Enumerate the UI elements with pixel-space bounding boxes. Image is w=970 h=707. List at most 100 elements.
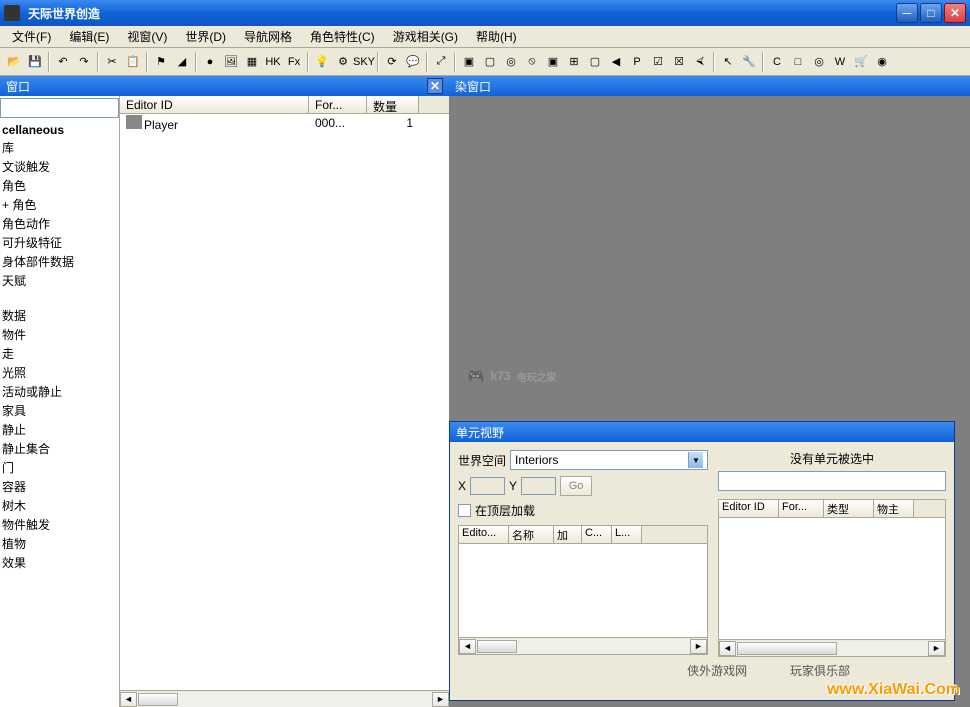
col-l-c[interactable]: C... [582, 526, 612, 543]
tree-item[interactable]: 角色 [0, 176, 119, 195]
cell-right-hscroll[interactable]: ◄ ► [719, 639, 945, 656]
scroll-thumb[interactable] [138, 693, 178, 706]
tree-item[interactable] [0, 620, 119, 636]
cart-icon[interactable]: 🛒 [851, 52, 871, 72]
menu-navmesh[interactable]: 导航网格 [236, 26, 300, 47]
col-r-type[interactable]: 类型 [824, 500, 874, 517]
p-box-icon[interactable]: P [627, 52, 647, 72]
worldspace-dropdown[interactable]: Interiors ▼ [510, 450, 708, 470]
tree-item[interactable]: 身体部件数据 [0, 252, 119, 271]
minimize-button[interactable]: ─ [896, 3, 918, 23]
tree-item[interactable]: 物件触发 [0, 515, 119, 534]
box-a-icon[interactable]: ▣ [459, 52, 479, 72]
tree-item[interactable]: 容器 [0, 477, 119, 496]
c-box-icon[interactable]: C [767, 52, 787, 72]
redo-icon[interactable]: ↷ [74, 52, 94, 72]
tree-item[interactable] [0, 290, 119, 306]
tree-item[interactable]: 角色动作 [0, 214, 119, 233]
flag-red-icon[interactable]: ⚑ [151, 52, 171, 72]
tree-item[interactable]: 静止 [0, 420, 119, 439]
close-button[interactable]: ✕ [944, 3, 966, 23]
rotate-icon[interactable]: ⟳ [382, 52, 402, 72]
scroll-thumb[interactable] [737, 642, 837, 655]
tree-item[interactable]: + 角色 [0, 195, 119, 214]
menu-edit[interactable]: 编辑(E) [61, 26, 117, 47]
tree-item[interactable]: 天赋 [0, 271, 119, 290]
stop-icon[interactable]: ⦸ [522, 52, 542, 72]
cell-view-title[interactable]: 单元视野 [450, 422, 954, 442]
tree-item[interactable]: 库 [0, 138, 119, 157]
col-r-for[interactable]: For... [779, 500, 824, 517]
box-d-icon[interactable]: ▢ [585, 52, 605, 72]
circle-green-icon[interactable]: ● [200, 52, 220, 72]
menu-gameplay[interactable]: 游戏相关(G) [385, 26, 466, 47]
object-list-hscroll[interactable]: ◄ ► [120, 690, 449, 707]
speech-icon[interactable]: 💬 [403, 52, 423, 72]
target2-icon[interactable]: ◎ [809, 52, 829, 72]
wrench-icon[interactable]: 🔧 [739, 52, 759, 72]
menu-character[interactable]: 角色特性(C) [302, 26, 383, 47]
object-window-close-icon[interactable]: ✕ [427, 78, 443, 94]
tree-item[interactable]: 静止集合 [0, 439, 119, 458]
empty-icon[interactable]: □ [788, 52, 808, 72]
x-box-icon[interactable]: ☒ [669, 52, 689, 72]
save-icon[interactable]: 💾 [25, 52, 45, 72]
box-hk-icon[interactable]: HK [263, 52, 283, 72]
chevron-down-icon[interactable]: ▼ [688, 452, 703, 468]
scroll-right-icon[interactable]: ► [432, 692, 449, 707]
menu-help[interactable]: 帮助(H) [468, 26, 525, 47]
target-icon[interactable]: ◎ [501, 52, 521, 72]
list-row[interactable]: Player 000... 1 [120, 114, 449, 132]
tree-item[interactable] [0, 588, 119, 604]
cell-view-window[interactable]: 单元视野 世界空间 Interiors ▼ X Y Go [449, 421, 955, 701]
col-l-editor[interactable]: Edito... [459, 526, 509, 543]
render-window-title[interactable]: 染窗口 [449, 76, 970, 96]
go-button[interactable]: Go [560, 476, 592, 496]
scroll-left-icon[interactable]: ◄ [459, 639, 476, 654]
cell-left-hscroll[interactable]: ◄ ► [459, 637, 707, 654]
col-form[interactable]: For... [309, 96, 367, 113]
paste-icon[interactable]: 📋 [123, 52, 143, 72]
tree-item[interactable] [0, 572, 119, 588]
tree-filter-input[interactable] [0, 98, 119, 118]
category-tree[interactable]: cellaneous库文谈触发角色+ 角色角色动作可升级特征身体部件数据天赋 数… [0, 96, 120, 707]
arrow-icon[interactable]: ↖ [718, 52, 738, 72]
gear-icon[interactable]: ⚙ [333, 52, 353, 72]
w-box-icon[interactable]: W [830, 52, 850, 72]
menu-world[interactable]: 世界(D) [177, 26, 234, 47]
folder-open-icon[interactable]: 📂 [4, 52, 24, 72]
undo-icon[interactable]: ↶ [53, 52, 73, 72]
scroll-left-icon[interactable]: ◄ [120, 692, 137, 707]
tree-item[interactable]: 树木 [0, 496, 119, 515]
world-icon[interactable]: ◉ [872, 52, 892, 72]
col-editor-id[interactable]: Editor ID [120, 96, 309, 113]
check-icon[interactable]: ☑ [648, 52, 668, 72]
lightbulb-icon[interactable]: 💡 [312, 52, 332, 72]
col-l-l[interactable]: L... [612, 526, 642, 543]
tree-item[interactable]: 活动或静止 [0, 382, 119, 401]
tree-item[interactable]: 可升级特征 [0, 233, 119, 252]
tree-item[interactable]: 门 [0, 458, 119, 477]
fx-icon[interactable]: Fx [284, 52, 304, 72]
cursor-icon[interactable]: ⮘ [690, 52, 710, 72]
cut-icon[interactable]: ✂ [102, 52, 122, 72]
y-input[interactable] [521, 477, 556, 495]
col-l-name[interactable]: 名称 [509, 526, 554, 543]
menu-file[interactable]: 文件(F) [4, 26, 59, 47]
col-count[interactable]: 数量 [367, 96, 419, 113]
cell-list-left[interactable]: Edito... 名称 加 C... L... ◄ ► [458, 525, 708, 655]
col-r-editor[interactable]: Editor ID [719, 500, 779, 517]
col-r-owner[interactable]: 物主 [874, 500, 914, 517]
tree-item[interactable]: 家具 [0, 401, 119, 420]
tree-item[interactable]: 效果 [0, 553, 119, 572]
maximize-button[interactable]: □ [920, 3, 942, 23]
box-c-icon[interactable]: ▣ [543, 52, 563, 72]
col-l-add[interactable]: 加 [554, 526, 582, 543]
image-icon[interactable]: 🖼 [221, 52, 241, 72]
scroll-thumb[interactable] [477, 640, 517, 653]
tree-item[interactable]: 走 [0, 344, 119, 363]
selection-input[interactable] [718, 471, 946, 491]
object-list-body[interactable]: Player 000... 1 [120, 114, 449, 690]
object-window-title[interactable]: 窗口 ✕ [0, 76, 449, 96]
scroll-right-icon[interactable]: ► [690, 639, 707, 654]
